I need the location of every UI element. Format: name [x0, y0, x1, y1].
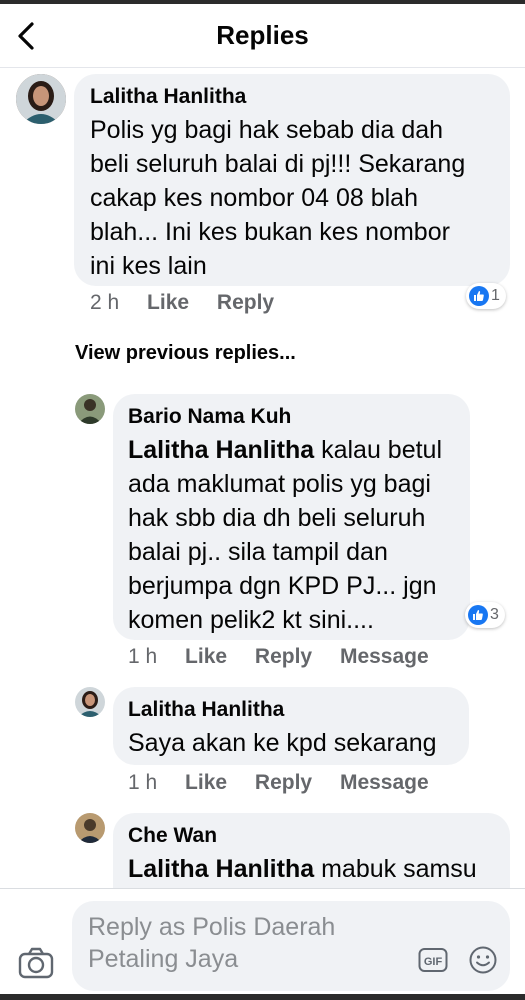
- comment-line: Lalitha Hanlitha mabuk samsu: [128, 852, 477, 886]
- reply-button[interactable]: Reply: [255, 645, 312, 668]
- reply-composer: Reply as Polis Daerah Petaling Jaya GIF: [0, 888, 525, 1000]
- comment-line-rest: kalau betul: [314, 436, 443, 464]
- comment-line-rest: mabuk samsu: [314, 855, 477, 883]
- comment-time: 1 h: [128, 771, 158, 794]
- comment-line: ada maklumat polis yg bagi: [128, 470, 431, 498]
- comment-text: Polis yg bagi hak sebab dia dah beli sel…: [90, 113, 465, 283]
- header-bar: Replies: [0, 0, 525, 68]
- like-button[interactable]: Like: [185, 645, 227, 668]
- reply-input[interactable]: Reply as Polis Daerah Petaling Jaya GIF: [72, 901, 510, 991]
- comment-line: beli seluruh balai di pj!!! Sekarang: [90, 150, 466, 178]
- message-button[interactable]: Message: [340, 645, 429, 668]
- reaction-badge[interactable]: 3: [465, 602, 505, 628]
- comment-time: 1 h: [128, 645, 158, 668]
- like-reaction-icon: [468, 605, 488, 625]
- comment-line: Saya akan ke kpd sekarang: [128, 729, 437, 757]
- placeholder-line: Reply as Polis Daerah: [88, 913, 336, 941]
- camera-icon[interactable]: [18, 947, 54, 979]
- view-previous-replies-link[interactable]: View previous replies...: [75, 342, 296, 365]
- message-button[interactable]: Message: [340, 771, 429, 794]
- comment-text: Saya akan ke kpd sekarang: [128, 726, 437, 760]
- comment-actions: 2 h Like Reply: [90, 291, 296, 315]
- avatar[interactable]: [75, 687, 105, 717]
- avatar[interactable]: [16, 74, 66, 124]
- reaction-count: 1: [491, 287, 500, 304]
- comment-actions: 1 h Like Reply Message: [128, 771, 451, 795]
- gif-label: GIF: [424, 956, 443, 968]
- comment-author[interactable]: Lalitha Hanlitha: [128, 698, 284, 722]
- comment-text: Lalitha Hanlitha kalau betul ada makluma…: [128, 433, 442, 637]
- avatar[interactable]: [75, 394, 105, 424]
- reaction-count: 3: [490, 606, 499, 623]
- comment-line: berjumpa dgn KPD PJ... jgn: [128, 572, 437, 600]
- avatar[interactable]: [75, 813, 105, 843]
- comment-author[interactable]: Che Wan: [128, 824, 217, 848]
- comment-line: cakap kes nombor 04 08 blah: [90, 184, 418, 212]
- comment-author[interactable]: Lalitha Hanlitha: [90, 85, 246, 109]
- page-title: Replies: [216, 20, 309, 50]
- placeholder-line: Petaling Jaya: [88, 945, 239, 973]
- comment-line: Lalitha Hanlitha kalau betul: [128, 433, 442, 467]
- like-button[interactable]: Like: [147, 291, 189, 314]
- bottom-edge: [0, 994, 525, 1000]
- comment-line: komen pelik2 kt sini....: [128, 606, 374, 634]
- reaction-badge[interactable]: 1: [466, 283, 506, 309]
- like-reaction-icon: [469, 286, 489, 306]
- reply-input-placeholder: Reply as Polis Daerah Petaling Jaya: [88, 911, 335, 975]
- like-button[interactable]: Like: [185, 771, 227, 794]
- reply-button[interactable]: Reply: [217, 291, 274, 314]
- status-edge: [0, 0, 525, 4]
- comment-time: 2 h: [90, 291, 120, 314]
- reply-button[interactable]: Reply: [255, 771, 312, 794]
- mention-link[interactable]: Lalitha Hanlitha: [128, 855, 314, 883]
- comment-actions: 1 h Like Reply Message: [128, 645, 451, 669]
- comment-line: ini kes lain: [90, 252, 207, 280]
- mention-link[interactable]: Lalitha Hanlitha: [128, 436, 314, 464]
- gif-icon[interactable]: GIF: [418, 945, 448, 975]
- comment-line: balai pj.. sila tampil dan: [128, 538, 388, 566]
- comment-author[interactable]: Bario Nama Kuh: [128, 405, 291, 429]
- comment-line: blah... Ini kes bukan kes nombor: [90, 218, 450, 246]
- comment-line: hak sbb dia dh beli seluruh: [128, 504, 426, 532]
- comment-line: Polis yg bagi hak sebab dia dah: [90, 116, 444, 144]
- comment-text: Lalitha Hanlitha mabuk samsu: [128, 852, 477, 886]
- emoji-icon[interactable]: [468, 945, 498, 975]
